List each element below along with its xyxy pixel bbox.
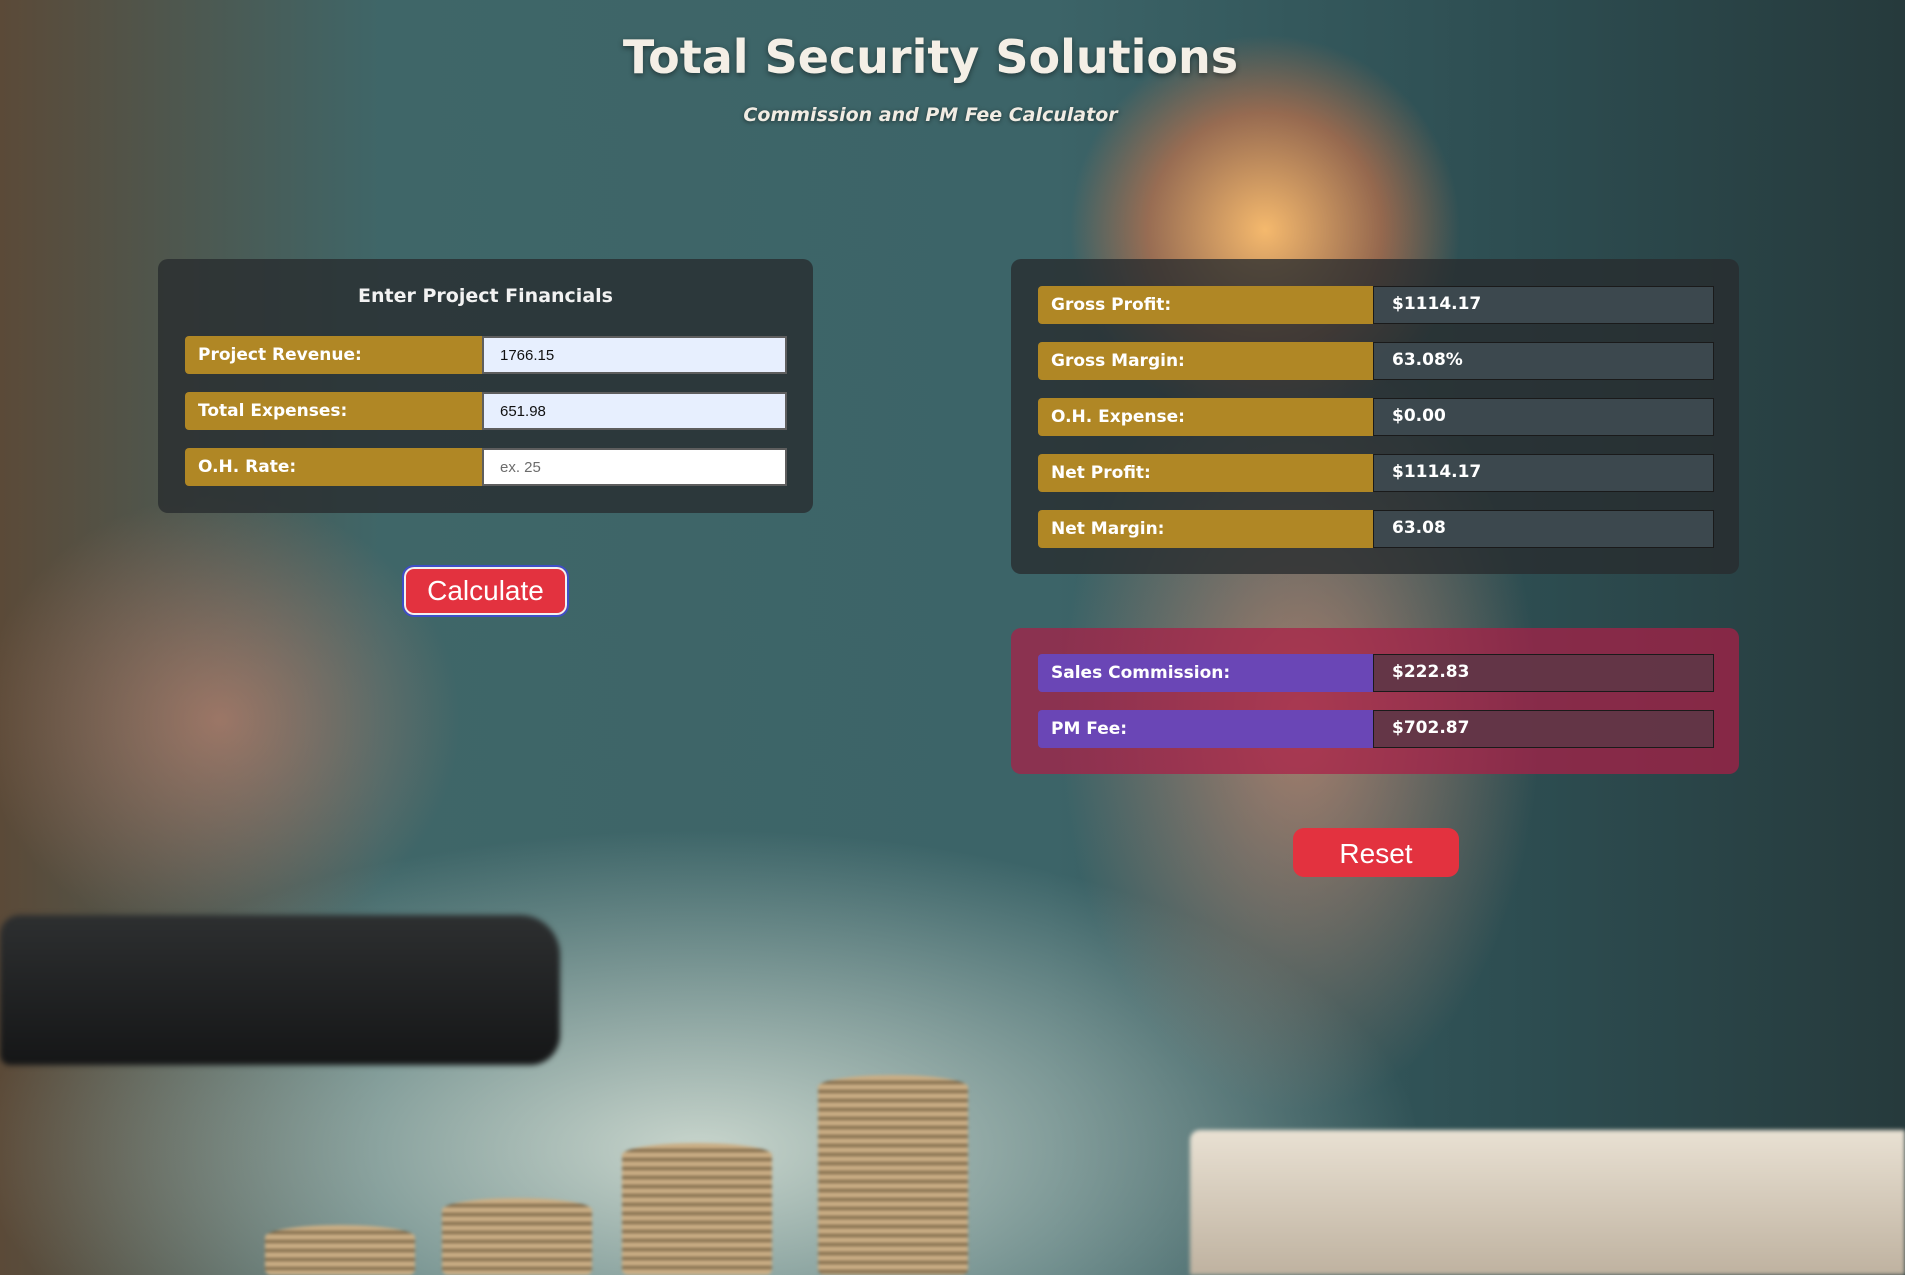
sales-commission-label: Sales Commission: (1038, 654, 1374, 692)
oh-rate-input[interactable] (482, 448, 787, 486)
net-margin-row: Net Margin: 63.08 (1038, 510, 1714, 548)
gross-margin-value: 63.08% (1373, 342, 1714, 380)
net-profit-label: Net Profit: (1038, 454, 1374, 492)
oh-expense-value: $0.00 (1373, 398, 1714, 436)
oh-rate-row: O.H. Rate: (185, 448, 787, 486)
project-revenue-row: Project Revenue: (185, 336, 787, 374)
reset-button[interactable]: Reset (1293, 828, 1459, 877)
pm-fee-row: PM Fee: $702.87 (1038, 710, 1714, 748)
sales-commission-row: Sales Commission: $222.83 (1038, 654, 1714, 692)
gross-profit-row: Gross Profit: $1114.17 (1038, 286, 1714, 324)
page-subtitle: Commission and PM Fee Calculator (743, 104, 1118, 126)
total-expenses-input[interactable] (482, 392, 787, 430)
gross-margin-row: Gross Margin: 63.08% (1038, 342, 1714, 380)
panel-heading: Enter Project Financials (358, 285, 613, 307)
oh-expense-row: O.H. Expense: $0.00 (1038, 398, 1714, 436)
net-margin-label: Net Margin: (1038, 510, 1374, 548)
background-notebook (1190, 1130, 1905, 1275)
sales-commission-value: $222.83 (1373, 654, 1714, 692)
pm-fee-value: $702.87 (1373, 710, 1714, 748)
gross-margin-label: Gross Margin: (1038, 342, 1374, 380)
gross-profit-value: $1114.17 (1373, 286, 1714, 324)
oh-expense-label: O.H. Expense: (1038, 398, 1374, 436)
total-expenses-row: Total Expenses: (185, 392, 787, 430)
background-coin-stack (818, 1075, 968, 1275)
background-coin-stack (442, 1198, 592, 1275)
background-calculator (0, 915, 560, 1065)
net-margin-value: 63.08 (1373, 510, 1714, 548)
calculate-button[interactable]: Calculate (402, 565, 569, 617)
net-profit-row: Net Profit: $1114.17 (1038, 454, 1714, 492)
gross-profit-label: Gross Profit: (1038, 286, 1374, 324)
background-coin-stack (265, 1225, 415, 1275)
results-panel: Gross Profit: $1114.17 Gross Margin: 63.… (1011, 259, 1739, 574)
project-revenue-label: Project Revenue: (185, 336, 483, 374)
project-revenue-input[interactable] (482, 336, 787, 374)
commission-panel: Sales Commission: $222.83 PM Fee: $702.8… (1011, 628, 1739, 774)
total-expenses-label: Total Expenses: (185, 392, 483, 430)
net-profit-value: $1114.17 (1373, 454, 1714, 492)
oh-rate-label: O.H. Rate: (185, 448, 483, 486)
page-title: Total Security Solutions (622, 30, 1239, 84)
background-coin-stack (622, 1143, 772, 1275)
project-financials-panel: Enter Project Financials Project Revenue… (158, 259, 813, 513)
pm-fee-label: PM Fee: (1038, 710, 1374, 748)
